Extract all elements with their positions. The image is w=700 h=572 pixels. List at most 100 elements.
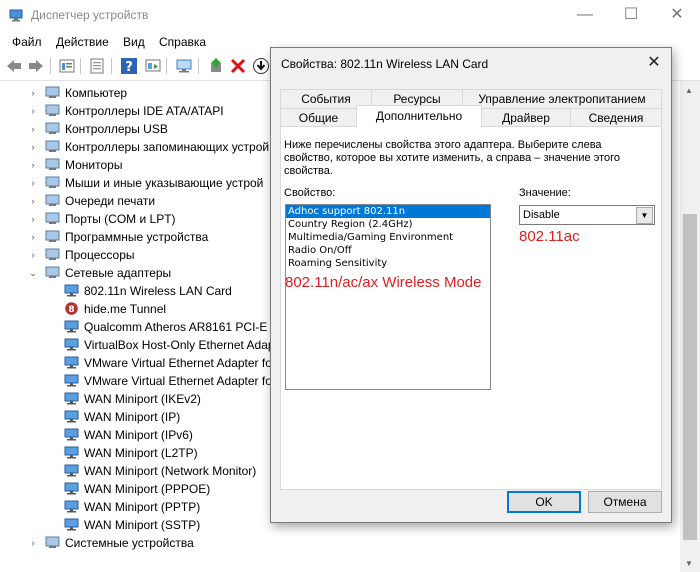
close-button[interactable]: ✕: [654, 0, 700, 32]
expanded-arrow-icon[interactable]: ⌄: [28, 264, 38, 282]
property-item[interactable]: Radio On/Off: [286, 244, 490, 257]
tree-item-label: WAN Miniport (IP): [84, 410, 181, 424]
network-adapter-icon: [64, 410, 79, 423]
tree-item-label: WAN Miniport (IPv6): [84, 428, 193, 442]
dialog-title: Свойства: 802.11n Wireless LAN Card: [281, 57, 489, 71]
properties-dialog: Свойства: 802.11n Wireless LAN Card ✕ Со…: [270, 47, 672, 523]
tree-item-label: Контроллеры запоминающих устрой: [65, 140, 270, 154]
tree-item-label: WAN Miniport (PPPOE): [84, 482, 211, 496]
tree-item-label: Системные устройства: [65, 536, 194, 550]
device-category-icon: [45, 86, 60, 98]
tree-item-label: VMware Virtual Ethernet Adapter fo: [84, 374, 272, 388]
device-category-icon: [45, 266, 60, 278]
window-title: Диспетчер устройств: [31, 8, 149, 22]
device-category-icon: [45, 536, 60, 548]
collapsed-arrow-icon[interactable]: ›: [28, 156, 38, 174]
collapsed-arrow-icon[interactable]: ›: [28, 120, 38, 138]
menu-file[interactable]: Файл: [12, 35, 42, 49]
network-adapter-icon: [64, 392, 79, 405]
cancel-button[interactable]: Отмена: [588, 491, 662, 513]
computer-scan-icon[interactable]: [175, 57, 193, 75]
description-text: Ниже перечислены свойства этого адаптера…: [284, 139, 620, 177]
network-adapter-icon: [64, 482, 79, 495]
display-icon[interactable]: [144, 57, 162, 75]
update-driver-icon[interactable]: [207, 57, 225, 75]
value-select-text: Disable: [523, 209, 560, 221]
device-category-icon: [45, 140, 60, 152]
scrollbar-thumb[interactable]: [683, 214, 697, 540]
minimize-button[interactable]: —: [562, 0, 608, 32]
collapsed-arrow-icon[interactable]: ›: [28, 102, 38, 120]
scroll-down-icon[interactable]: ▼: [685, 559, 693, 568]
property-item[interactable]: Adhoc support 802.11n: [286, 205, 490, 218]
tree-item-label: WAN Miniport (SSTP): [84, 518, 201, 532]
tab-details[interactable]: Сведения: [570, 108, 662, 127]
property-item[interactable]: Country Region (2.4GHz): [286, 218, 490, 231]
network-adapter-icon: [64, 446, 79, 459]
tab-driver[interactable]: Драйвер: [481, 108, 571, 127]
device-manager-icon: [9, 9, 23, 22]
tree-item-label: Контроллеры IDE ATA/ATAPI: [65, 104, 224, 118]
forward-arrow-icon[interactable]: [27, 57, 45, 75]
scroll-up-icon[interactable]: ▲: [685, 86, 693, 95]
svg-text:?: ?: [125, 60, 133, 75]
tree-item-label: WAN Miniport (Network Monitor): [84, 464, 257, 478]
uninstall-icon[interactable]: [229, 57, 247, 75]
property-list[interactable]: Adhoc support 802.11n Country Region (2.4…: [285, 204, 491, 390]
back-arrow-icon[interactable]: [5, 57, 23, 75]
collapsed-arrow-icon[interactable]: ›: [28, 138, 38, 156]
tree-item-label: Компьютер: [65, 86, 128, 100]
menu-action[interactable]: Действие: [56, 35, 109, 49]
tab-general[interactable]: Общие: [280, 108, 357, 127]
collapsed-arrow-icon[interactable]: ›: [28, 228, 38, 246]
menu-view[interactable]: Вид: [123, 35, 145, 49]
network-adapter-icon: [64, 428, 79, 441]
device-category-icon: [45, 230, 60, 242]
properties-icon[interactable]: [58, 57, 76, 75]
tree-item-label: Порты (COM и LPT): [65, 212, 176, 226]
page-icon[interactable]: [88, 57, 106, 75]
device-category-icon: [45, 212, 60, 224]
tree-item-label: WAN Miniport (PPTP): [84, 500, 201, 514]
tree-item-label: Мониторы: [65, 158, 123, 172]
network-adapter-icon: [64, 500, 79, 513]
category-item[interactable]: › Системные устройства: [0, 534, 680, 552]
dialog-close-button[interactable]: ✕: [642, 52, 666, 74]
download-icon[interactable]: [252, 57, 270, 75]
tree-item-label: WAN Miniport (L2TP): [84, 446, 198, 460]
menu-help[interactable]: Справка: [159, 35, 206, 49]
collapsed-arrow-icon[interactable]: ›: [28, 246, 38, 264]
tree-item-label: Сетевые адаптеры: [65, 266, 172, 280]
collapsed-arrow-icon[interactable]: ›: [28, 84, 38, 102]
help-icon[interactable]: ?: [120, 57, 138, 75]
title-bar: Диспетчер устройств — ☐ ✕: [0, 0, 700, 32]
network-adapter-icon: [64, 464, 79, 477]
chevron-down-icon[interactable]: ▼: [636, 207, 653, 224]
tab-power-management[interactable]: Управление электропитанием: [462, 89, 662, 108]
device-category-icon: [45, 194, 60, 206]
property-item[interactable]: Multimedia/Gaming Environment: [286, 231, 490, 244]
ok-button[interactable]: OK: [507, 491, 581, 513]
network-adapter-icon: [64, 518, 79, 531]
collapsed-arrow-icon[interactable]: ›: [28, 534, 38, 552]
network-adapter-icon: [64, 356, 79, 369]
tree-item-label: WAN Miniport (IKEv2): [84, 392, 201, 406]
collapsed-arrow-icon[interactable]: ›: [28, 210, 38, 228]
device-category-icon: [45, 176, 60, 188]
value-label: Значение:: [519, 187, 571, 199]
svg-text:8: 8: [68, 305, 74, 315]
tree-item-label: Qualcomm Atheros AR8161 PCI-E G: [84, 320, 281, 334]
device-category-icon: [45, 104, 60, 116]
network-adapter-icon: [64, 374, 79, 387]
device-category-icon: [45, 122, 60, 134]
value-select[interactable]: Disable ▼: [519, 205, 655, 225]
tab-advanced[interactable]: Дополнительно: [356, 105, 482, 127]
network-adapter-icon: [64, 284, 79, 297]
collapsed-arrow-icon[interactable]: ›: [28, 192, 38, 210]
network-adapter-icon: [64, 320, 79, 333]
collapsed-arrow-icon[interactable]: ›: [28, 174, 38, 192]
property-item[interactable]: Roaming Sensitivity: [286, 257, 490, 270]
maximize-button[interactable]: ☐: [608, 0, 654, 32]
tree-item-label: Программные устройства: [65, 230, 209, 244]
tree-item-label: VirtualBox Host-Only Ethernet Adap: [84, 338, 275, 352]
